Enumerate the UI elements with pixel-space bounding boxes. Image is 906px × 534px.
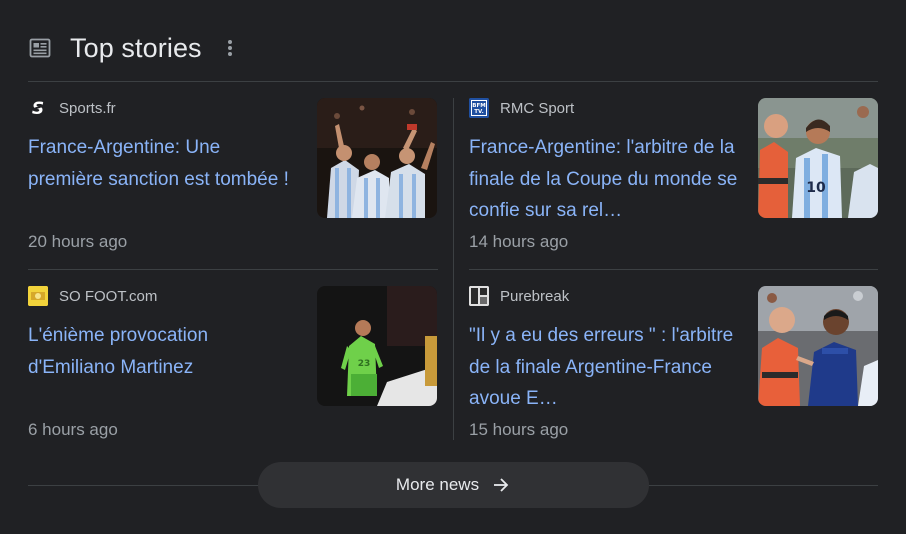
svg-text:TV.: TV.	[474, 109, 483, 115]
column-divider	[453, 98, 454, 440]
referee-and-mbappe-photo[interactable]	[758, 286, 878, 406]
news-icon	[28, 36, 52, 60]
story-source[interactable]: S Sports.fr	[28, 98, 116, 118]
purebreak-favicon	[469, 286, 489, 306]
referee-and-messi-photo[interactable]: 10	[758, 98, 878, 218]
story-source[interactable]: SO FOOT.com	[28, 286, 157, 306]
story-headline-link[interactable]: "Il y a eu des erreurs " : l'arbitre de …	[469, 320, 741, 415]
story-card-purebreak[interactable]: Purebreak "Il y a eu des erreurs " : l'a…	[469, 286, 879, 454]
story-headline-link[interactable]: France-Argentine: l'arbitre de la finale…	[469, 132, 741, 227]
story-card-so-foot[interactable]: SO FOOT.com L'énième provocation d'Emili…	[28, 286, 438, 454]
arrow-right-icon	[491, 475, 511, 495]
row-divider	[28, 269, 438, 270]
story-timestamp: 20 hours ago	[28, 232, 128, 251]
source-name: Sports.fr	[59, 99, 116, 117]
more-news-label: More news	[395, 475, 480, 494]
story-source[interactable]: BFM TV. RMC Sport	[469, 98, 574, 118]
story-card-rmc-sport[interactable]: BFM TV. RMC Sport France-Argentine: l'ar…	[469, 98, 879, 266]
source-name: SO FOOT.com	[59, 287, 158, 305]
header-divider	[28, 81, 878, 82]
svg-text:23: 23	[358, 359, 371, 369]
more-vert-icon[interactable]	[222, 36, 238, 60]
story-timestamp: 6 hours ago	[28, 420, 118, 439]
top-stories-header: Top stories	[28, 28, 878, 68]
story-card-sports-fr[interactable]: S Sports.fr France-Argentine: Une premiè…	[28, 98, 438, 266]
story-source[interactable]: Purebreak	[469, 286, 569, 306]
section-title: Top stories	[70, 32, 202, 63]
bfm-tv-favicon: BFM TV.	[469, 98, 489, 118]
so-foot-favicon	[28, 286, 48, 306]
svg-text:10: 10	[806, 180, 826, 196]
more-news-button[interactable]: More news	[258, 462, 649, 508]
story-timestamp: 14 hours ago	[469, 232, 569, 251]
story-headline-link[interactable]: France-Argentine: Une première sanction …	[28, 132, 300, 195]
row-divider	[469, 269, 878, 270]
story-timestamp: 15 hours ago	[469, 420, 569, 439]
source-name: Purebreak	[500, 287, 570, 305]
argentina-players-celebrating-photo[interactable]	[317, 98, 437, 218]
goalkeeper-green-kit-photo[interactable]: 23	[317, 286, 437, 406]
story-headline-link[interactable]: L'énième provocation d'Emiliano Martinez	[28, 320, 300, 383]
sports-fr-favicon: S	[28, 98, 48, 118]
source-name: RMC Sport	[500, 99, 575, 117]
